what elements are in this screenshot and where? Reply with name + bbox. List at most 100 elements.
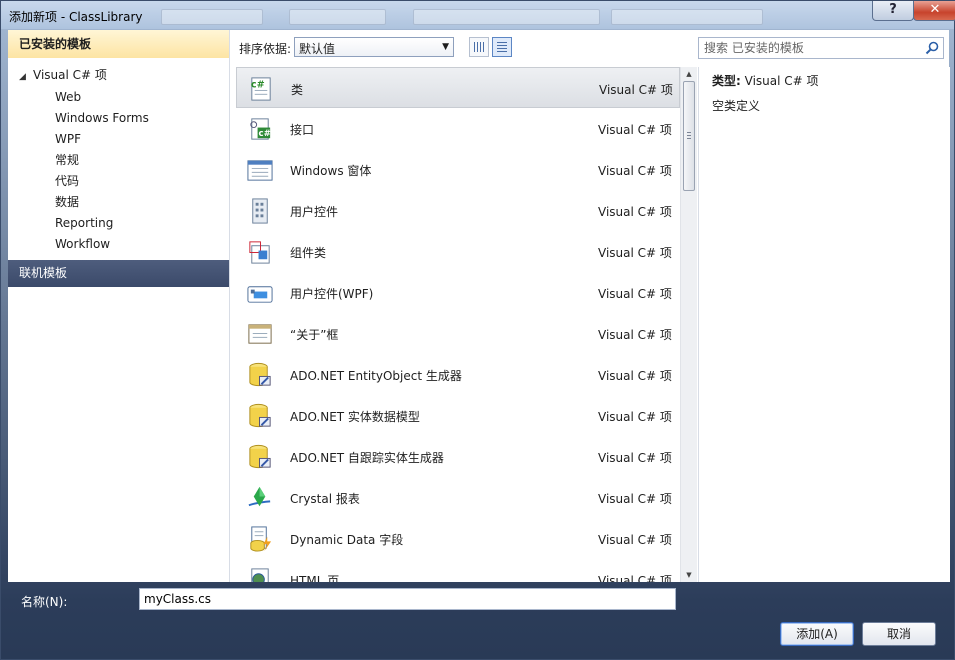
tree-item-general[interactable]: 常规	[55, 150, 149, 171]
scroll-up-icon[interactable]: ▲	[681, 67, 697, 81]
template-type: Visual C# 项	[598, 369, 672, 383]
close-button[interactable]: ✕	[913, 1, 955, 21]
template-name: 类	[291, 83, 304, 97]
expand-arrow-icon[interactable]: ◢	[19, 68, 33, 86]
about-box-icon	[248, 324, 272, 344]
chevron-down-icon: ▼	[442, 42, 449, 52]
search-icon[interactable]	[925, 41, 939, 55]
list-view-icon	[497, 42, 507, 52]
template-row[interactable]: HTML 页 Visual C# 项	[236, 559, 680, 582]
svg-text:c#: c#	[259, 129, 271, 139]
tree-item-code[interactable]: 代码	[55, 171, 149, 192]
template-name: 接口	[290, 123, 315, 137]
tree-item-visual-csharp[interactable]: ◢ Visual C# 项	[19, 66, 107, 84]
online-templates-header[interactable]: 联机模板	[8, 260, 229, 287]
tree-item-web[interactable]: Web	[55, 87, 149, 108]
template-type: Visual C# 项	[598, 492, 672, 506]
add-button[interactable]: 添加(A)	[780, 622, 854, 646]
template-type: Visual C# 项	[598, 287, 672, 301]
database-icon	[249, 444, 271, 469]
windows-form-icon	[247, 160, 273, 181]
template-row[interactable]: 用户控件(WPF) Visual C# 项	[236, 272, 680, 313]
database-icon	[249, 403, 271, 428]
svg-text:c#: c#	[251, 80, 265, 91]
template-name: ADO.NET 自跟踪实体生成器	[290, 451, 444, 465]
dialog-client: 已安装的模板 ◢ Visual C# 项 Web Windows Forms WP…	[8, 30, 950, 582]
window-title: 添加新项 - ClassLibrary	[9, 10, 143, 24]
template-row[interactable]: ADO.NET 实体数据模型 Visual C# 项	[236, 395, 680, 436]
template-details-panel: 类型: Visual C# 项 空类定义	[698, 67, 950, 582]
template-row[interactable]: c# 接口 Visual C# 项	[236, 108, 680, 149]
tree-item-data[interactable]: 数据	[55, 192, 149, 213]
type-label: 类型:	[712, 74, 741, 88]
details-view-button[interactable]	[492, 37, 512, 57]
background-toolbar-ghost	[289, 9, 386, 25]
template-name: Windows 窗体	[290, 164, 372, 178]
template-type: Visual C# 项	[598, 205, 672, 219]
template-name: “关于”框	[290, 328, 339, 342]
search-box[interactable]	[698, 37, 944, 59]
grip-icon	[687, 132, 691, 139]
template-row[interactable]: Crystal 报表 Visual C# 项	[236, 477, 680, 518]
template-toolbar: 排序依据: 默认值 ▼	[230, 30, 949, 66]
template-category-panel: 已安装的模板 ◢ Visual C# 项 Web Windows Forms WP…	[8, 30, 230, 582]
template-description: 空类定义	[712, 99, 761, 113]
background-toolbar-ghost	[611, 9, 763, 25]
sort-label: 排序依据:	[239, 42, 292, 56]
tree-item-label: Visual C# 项	[33, 68, 107, 82]
crystal-report-icon	[248, 486, 271, 507]
template-type: Visual C# 项	[598, 328, 672, 342]
tree-item-wpf[interactable]: WPF	[55, 129, 149, 150]
component-class-icon	[249, 241, 270, 264]
tree-item-reporting[interactable]: Reporting	[55, 213, 149, 234]
tree-children: Web Windows Forms WPF 常规 代码 数据 Reporting…	[55, 87, 149, 255]
template-name: 用户控件	[290, 205, 339, 219]
template-type: Visual C# 项	[598, 410, 672, 424]
template-type: Visual C# 项	[598, 533, 672, 547]
sort-value: 默认值	[299, 42, 336, 56]
interface-icon: c#	[250, 118, 271, 140]
dynamic-data-icon	[250, 526, 272, 552]
name-field[interactable]	[139, 588, 676, 610]
html-page-icon	[251, 568, 269, 582]
background-toolbar-ghost	[161, 9, 263, 25]
sort-dropdown[interactable]: 默认值 ▼	[294, 37, 454, 57]
template-list: c# 类 Visual C# 项 c# 接口 Visual C# 项 Windows 窗体 V…	[236, 67, 680, 582]
scroll-down-icon[interactable]: ▼	[681, 568, 697, 582]
template-name: Crystal 报表	[290, 492, 360, 506]
cancel-button[interactable]: 取消	[862, 622, 936, 646]
tree-item-windows-forms[interactable]: Windows Forms	[55, 108, 149, 129]
template-name: ADO.NET EntityObject 生成器	[290, 369, 462, 383]
add-new-item-dialog: 添加新项 - ClassLibrary ? ✕ 已安装的模板 ◢ Visual C…	[0, 0, 955, 660]
template-name: 组件类	[290, 246, 327, 260]
template-name: ADO.NET 实体数据模型	[290, 410, 420, 424]
scroll-thumb[interactable]	[683, 81, 695, 191]
grid-view-icon	[474, 42, 484, 52]
tree-item-workflow[interactable]: Workflow	[55, 234, 149, 255]
template-type: Visual C# 项	[598, 451, 672, 465]
help-button[interactable]: ?	[872, 1, 914, 21]
template-type: Visual C# 项	[598, 574, 672, 582]
template-row[interactable]: ADO.NET 自跟踪实体生成器 Visual C# 项	[236, 436, 680, 477]
search-input[interactable]	[699, 38, 931, 58]
installed-templates-header[interactable]: 已安装的模板	[8, 30, 229, 58]
template-type: Visual C# 项	[599, 83, 673, 97]
name-label: 名称(N):	[21, 595, 68, 609]
template-list-scrollbar[interactable]: ▲ ▼	[680, 67, 697, 582]
template-type: Visual C# 项	[598, 246, 672, 260]
template-name: HTML 页	[290, 574, 340, 582]
template-row[interactable]: Dynamic Data 字段 Visual C# 项	[236, 518, 680, 559]
user-control-icon	[252, 198, 268, 224]
template-row[interactable]: ADO.NET EntityObject 生成器 Visual C# 项	[236, 354, 680, 395]
template-name: Dynamic Data 字段	[290, 533, 404, 547]
wpf-user-control-icon	[247, 286, 273, 303]
template-row[interactable]: 用户控件 Visual C# 项	[236, 190, 680, 231]
small-icons-view-button[interactable]	[469, 37, 489, 57]
title-bar: 添加新项 - ClassLibrary ? ✕	[1, 1, 955, 29]
template-type: Visual C# 项	[598, 123, 672, 137]
template-row[interactable]: 组件类 Visual C# 项	[236, 231, 680, 272]
template-row[interactable]: “关于”框 Visual C# 项	[236, 313, 680, 354]
template-row[interactable]: Windows 窗体 Visual C# 项	[236, 149, 680, 190]
template-type: Visual C# 项	[598, 164, 672, 178]
template-row[interactable]: c# 类 Visual C# 项	[236, 67, 680, 108]
